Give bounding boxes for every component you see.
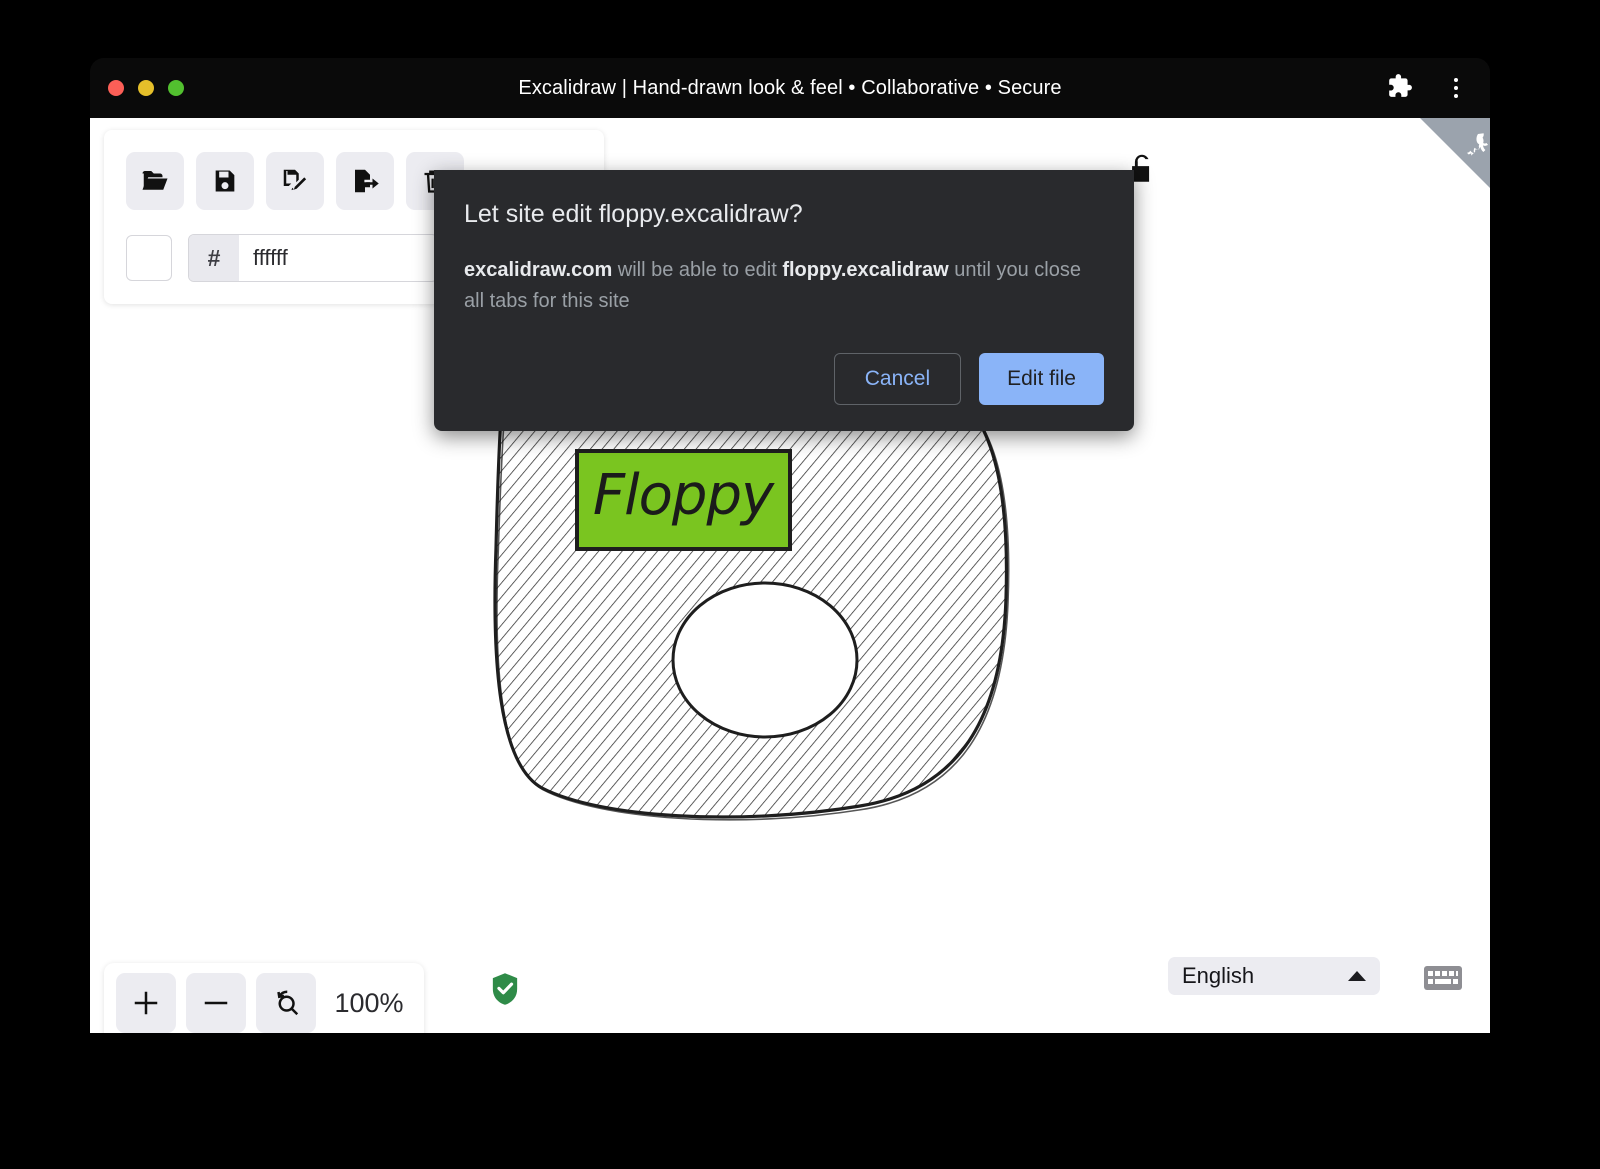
minimize-window-button[interactable]: [138, 80, 154, 96]
language-selected-label: English: [1182, 963, 1254, 989]
security-status-indicator[interactable]: [490, 972, 520, 1011]
save-as-file-button[interactable]: [266, 152, 324, 210]
zoom-reset-icon: [271, 988, 301, 1018]
export-file-button[interactable]: [336, 152, 394, 210]
folder-open-icon: [140, 166, 170, 196]
file-export-arrow-icon: [350, 166, 380, 196]
edit-file-button[interactable]: Edit file: [979, 353, 1104, 405]
hash-prefix-label: #: [189, 235, 239, 281]
reset-zoom-button[interactable]: [256, 973, 316, 1033]
zoom-level-label[interactable]: 100%: [326, 988, 412, 1019]
save-file-button[interactable]: [196, 152, 254, 210]
open-file-button[interactable]: [126, 152, 184, 210]
floppy-label: Floppy: [577, 451, 790, 549]
floppy-pencil-icon: [280, 166, 310, 196]
browser-titlebar: Excalidraw | Hand-drawn look & feel • Co…: [90, 58, 1490, 118]
dialog-actions: Cancel Edit file: [464, 353, 1104, 405]
file-edit-permission-dialog: Let site edit floppy.excalidraw? excalid…: [434, 170, 1134, 431]
github-cat-corner-icon[interactable]: [1420, 118, 1490, 188]
minus-icon: [201, 988, 231, 1018]
zoom-controls-panel: 100%: [104, 963, 424, 1033]
color-hex-input[interactable]: ffffff: [239, 235, 437, 281]
chevron-up-icon: [1348, 971, 1366, 981]
dialog-origin: excalidraw.com: [464, 259, 612, 281]
dialog-body: excalidraw.com will be able to edit flop…: [464, 255, 1104, 317]
maximize-window-button[interactable]: [168, 80, 184, 96]
dialog-title: Let site edit floppy.excalidraw?: [464, 200, 1104, 229]
plus-icon: [131, 988, 161, 1018]
screen: Excalidraw | Hand-drawn look & feel • Co…: [0, 0, 1600, 1169]
excalidraw-canvas-area[interactable]: Floppy: [90, 118, 1490, 1033]
zoom-in-button[interactable]: [116, 973, 176, 1033]
color-hex-input-group[interactable]: # ffffff: [188, 234, 438, 282]
window-title: Excalidraw | Hand-drawn look & feel • Co…: [90, 77, 1490, 100]
dialog-filename: floppy.excalidraw: [782, 259, 948, 281]
browser-menu-button[interactable]: [1442, 74, 1470, 102]
language-selector[interactable]: English: [1168, 957, 1380, 995]
close-window-button[interactable]: [108, 80, 124, 96]
puzzle-piece-icon: [1387, 73, 1413, 104]
keyboard-icon: [1424, 979, 1462, 996]
extensions-button[interactable]: [1386, 74, 1414, 102]
floppy-hub-circle: [673, 583, 857, 737]
cancel-button[interactable]: Cancel: [834, 353, 961, 405]
three-dots-vertical-icon: [1454, 78, 1458, 98]
color-swatch-preview[interactable]: [126, 235, 172, 281]
floppy-save-icon: [211, 167, 239, 195]
keyboard-shortcuts-button[interactable]: [1424, 964, 1462, 997]
browser-window: Excalidraw | Hand-drawn look & feel • Co…: [90, 58, 1490, 1033]
titlebar-actions: [1386, 74, 1470, 102]
dialog-body-middle: will be able to edit: [612, 259, 782, 281]
zoom-out-button[interactable]: [186, 973, 246, 1033]
green-shield-check-icon: [490, 993, 520, 1010]
floppy-label-text: Floppy: [593, 463, 775, 528]
window-traffic-lights: [108, 80, 184, 96]
